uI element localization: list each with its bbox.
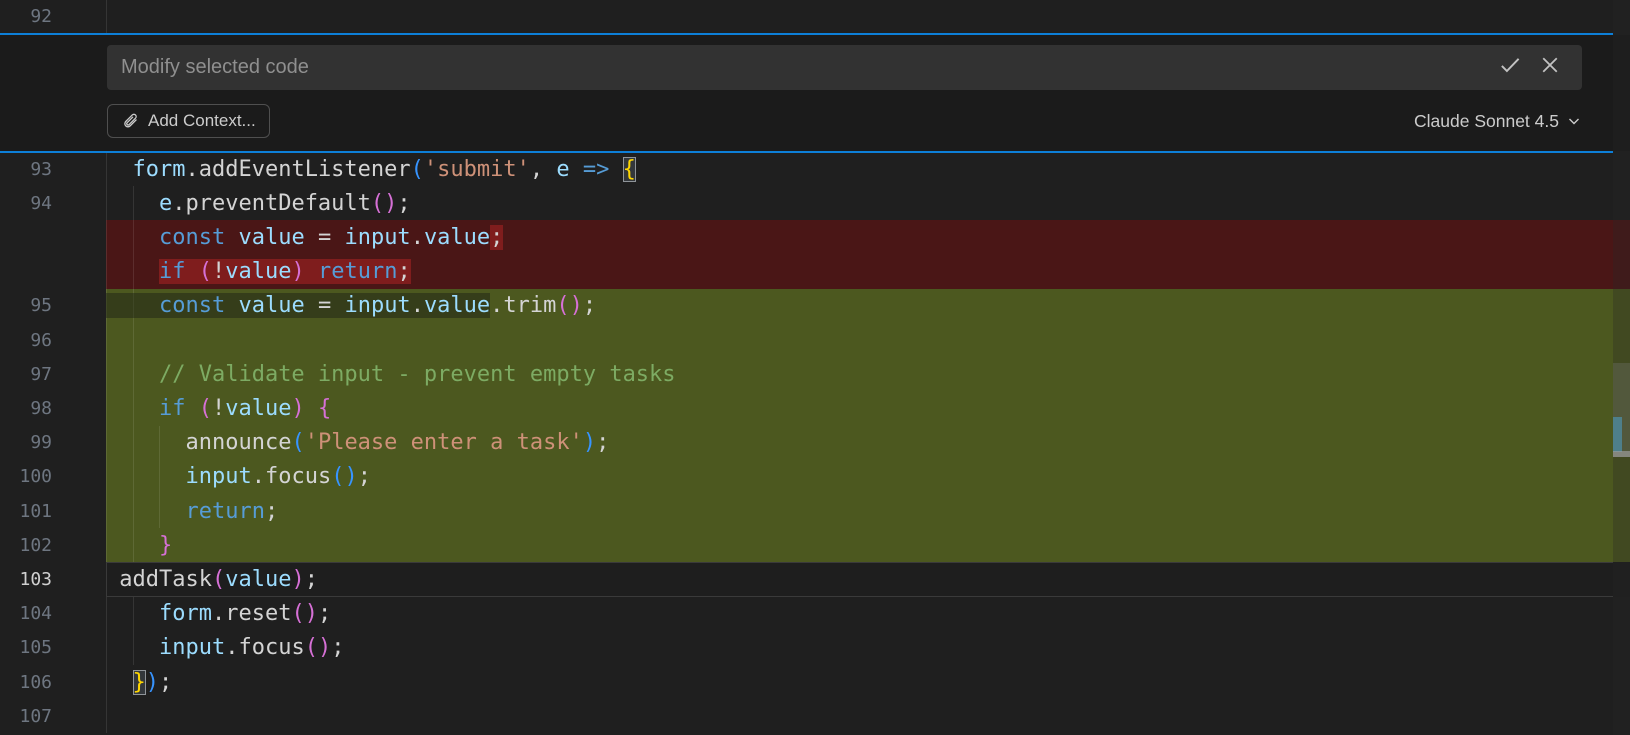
code-text: return; — [106, 494, 278, 528]
chat-input-placeholder: Modify selected code — [121, 56, 1496, 79]
code-line[interactable]: 94 e.preventDefault(); — [0, 186, 1630, 220]
code-text: input.focus(); — [106, 631, 344, 665]
line-number: 105 — [0, 631, 52, 665]
overview-ruler-cursor-marker — [1613, 451, 1630, 457]
line-number: 104 — [0, 597, 52, 631]
code-line[interactable]: 106 }); — [0, 665, 1630, 699]
line-background — [106, 597, 1630, 631]
code-text: // Validate input - prevent empty tasks — [106, 357, 676, 391]
code-text: if (!value) { — [106, 391, 331, 425]
line-number: 92 — [0, 0, 52, 33]
code-line[interactable]: 102 } — [0, 528, 1630, 562]
line-background — [106, 323, 1630, 357]
code-text: } — [106, 528, 172, 562]
code-line[interactable]: 97 // Validate input - prevent empty tas… — [0, 357, 1630, 391]
inline-chat-widget: Modify selected code — [0, 35, 1630, 151]
line-number: 102 — [0, 528, 52, 562]
line-background — [106, 391, 1630, 425]
model-label: Claude Sonnet 4.5 — [1414, 111, 1559, 132]
code-text: form.addEventListener('submit', e => { — [106, 152, 636, 186]
code-line[interactable]: 105 input.focus(); — [0, 631, 1630, 665]
code-text: e.preventDefault(); — [106, 186, 411, 220]
indent-guide — [106, 323, 107, 357]
code-text: announce('Please enter a task'); — [106, 426, 609, 460]
vscode-editor-inline-chat: 92 93 form.addEventListener('submit', e =… — [0, 0, 1630, 735]
code-line[interactable]: 92 — [0, 0, 1630, 33]
line-number: 95 — [0, 289, 52, 323]
code-text: input.focus(); — [106, 460, 371, 494]
indent-guide — [106, 0, 107, 33]
code-text: addTask(value); — [106, 562, 318, 596]
line-number: 100 — [0, 460, 52, 494]
line-number: 98 — [0, 391, 52, 425]
line-background — [106, 528, 1630, 562]
inline-chat-bottom-border — [0, 151, 1613, 153]
line-background — [106, 494, 1630, 528]
check-icon — [1497, 52, 1523, 83]
line-number: 106 — [0, 665, 52, 699]
indent-guide — [106, 699, 107, 733]
close-button[interactable] — [1536, 54, 1564, 82]
model-picker[interactable]: Claude Sonnet 4.5 — [1414, 106, 1582, 136]
line-number: 94 — [0, 186, 52, 220]
paperclip-icon — [121, 112, 140, 131]
code-line[interactable]: 100 input.focus(); — [0, 460, 1630, 494]
code-text: const value = input.value.trim(); — [106, 289, 596, 323]
add-context-label: Add Context... — [148, 111, 256, 131]
chevron-down-icon — [1566, 113, 1582, 129]
code-text: form.reset(); — [106, 597, 331, 631]
code-line[interactable]: 98 if (!value) { — [0, 391, 1630, 425]
line-number — [0, 255, 52, 289]
code-line[interactable]: 103 addTask(value); — [0, 562, 1630, 596]
line-number: 107 — [0, 699, 52, 733]
indent-guide — [133, 323, 134, 357]
line-number: 93 — [0, 152, 52, 186]
code-line[interactable]: const value = input.value; — [0, 220, 1630, 254]
code-text: }); — [106, 665, 172, 699]
line-number: 103 — [0, 562, 52, 596]
code-line[interactable]: 99 announce('Please enter a task'); — [0, 426, 1630, 460]
code-line[interactable]: 95 const value = input.value.trim(); — [0, 289, 1630, 323]
line-background — [106, 0, 1630, 33]
line-number — [0, 220, 52, 254]
overview-ruler-marker — [1613, 417, 1622, 452]
line-number: 96 — [0, 323, 52, 357]
close-icon — [1538, 53, 1562, 82]
code-text: if (!value) return; — [106, 255, 411, 289]
code-line[interactable]: 104 form.reset(); — [0, 597, 1630, 631]
current-line-highlight — [106, 562, 1613, 596]
line-background — [106, 665, 1630, 699]
line-number: 97 — [0, 357, 52, 391]
line-number: 101 — [0, 494, 52, 528]
code-line[interactable]: 93 form.addEventListener('submit', e => … — [0, 152, 1630, 186]
line-number: 99 — [0, 426, 52, 460]
code-line[interactable]: if (!value) return; — [0, 255, 1630, 289]
accept-button[interactable] — [1496, 54, 1524, 82]
add-context-button[interactable]: Add Context... — [107, 104, 270, 138]
code-line[interactable]: 107 — [0, 699, 1630, 733]
line-background — [106, 699, 1630, 733]
code-line[interactable]: 101 return; — [0, 494, 1630, 528]
code-text: const value = input.value; — [106, 220, 503, 254]
chat-input[interactable]: Modify selected code — [107, 45, 1582, 90]
code-line[interactable]: 96 — [0, 323, 1630, 357]
